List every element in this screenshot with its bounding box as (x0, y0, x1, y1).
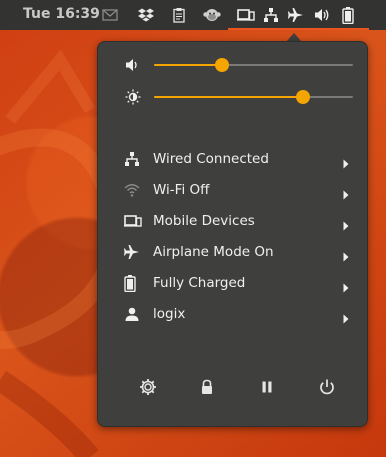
network-icon[interactable] (263, 7, 279, 23)
volume-slider[interactable] (154, 58, 353, 72)
mobile-devices-icon (124, 213, 142, 229)
settings-icon (140, 379, 156, 395)
email-icon[interactable] (102, 7, 118, 23)
menu-item-wifi[interactable]: Wi-Fi Off (98, 175, 367, 205)
chevron-right-icon (342, 278, 350, 293)
menu-item-user[interactable]: logix (98, 299, 367, 329)
top-panel: Tue 16:39 (0, 0, 386, 30)
clock[interactable]: Tue 16:39 (23, 6, 100, 22)
monkey-icon[interactable] (203, 7, 221, 23)
wifi-icon (124, 182, 140, 198)
menu-item-label: Fully Charged (153, 275, 246, 291)
brightness-slider-fill (154, 96, 304, 98)
pause-icon (262, 381, 272, 393)
battery-icon[interactable] (342, 7, 358, 24)
active-indicator (228, 28, 369, 30)
power-button[interactable] (318, 378, 336, 396)
chevron-right-icon (342, 154, 350, 169)
chevron-right-icon (342, 185, 350, 200)
suspend-button[interactable] (258, 378, 276, 396)
menu-item-label: logix (153, 306, 186, 322)
airplane-icon (124, 244, 140, 260)
brightness-icon (125, 89, 141, 105)
volume-icon[interactable] (314, 7, 330, 23)
chevron-right-icon (342, 216, 350, 231)
chevron-right-icon (342, 247, 350, 262)
volume-icon (125, 57, 141, 73)
menu-item-label: Airplane Mode On (153, 244, 274, 260)
settings-button[interactable] (139, 378, 157, 396)
brightness-slider-handle[interactable] (296, 90, 311, 104)
volume-slider-row (98, 53, 367, 77)
menu-item-label: Wired Connected (153, 151, 269, 167)
dropbox-icon[interactable] (138, 7, 154, 23)
mobile-devices-icon[interactable] (237, 7, 255, 23)
airplane-icon[interactable] (288, 7, 304, 23)
system-menu: Wired Connected Wi-Fi Off Mobile Devices… (97, 41, 368, 427)
chevron-right-icon (342, 309, 350, 324)
lock-button[interactable] (198, 378, 216, 396)
menu-item-wired[interactable]: Wired Connected (98, 144, 367, 174)
lock-icon (202, 379, 212, 394)
clipboard-icon[interactable] (171, 7, 187, 23)
network-wired-icon (124, 151, 140, 167)
menu-item-label: Wi-Fi Off (153, 182, 210, 198)
volume-slider-fill (154, 64, 222, 66)
menu-item-label: Mobile Devices (153, 213, 255, 229)
brightness-slider-row (98, 85, 367, 109)
battery-icon (124, 275, 140, 293)
user-icon (124, 306, 140, 322)
power-icon (320, 379, 334, 395)
volume-slider-handle[interactable] (214, 58, 229, 72)
brightness-slider[interactable] (154, 90, 353, 104)
menu-item-mobile-devices[interactable]: Mobile Devices (98, 206, 367, 236)
menu-item-battery[interactable]: Fully Charged (98, 268, 367, 298)
menu-item-airplane-mode[interactable]: Airplane Mode On (98, 237, 367, 267)
